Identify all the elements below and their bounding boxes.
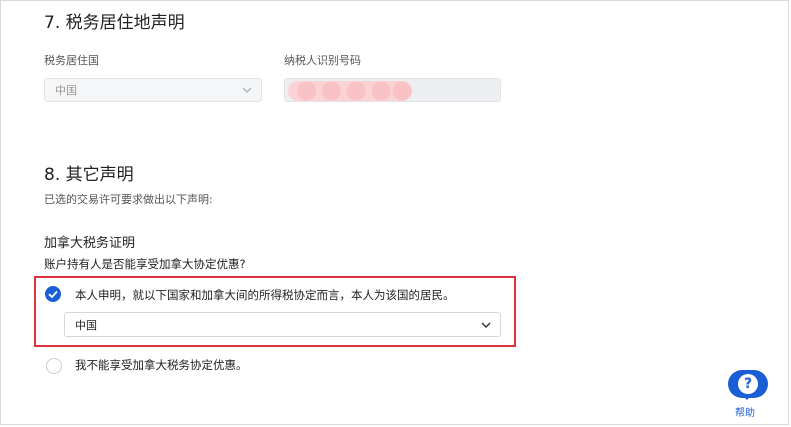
tin-label: 纳税人识别号码 <box>284 54 361 67</box>
option-yes-label[interactable]: 本人申明，就以下国家和加拿大间的所得税协定而言，本人为该国的居民。 <box>75 287 455 303</box>
residence-country-select[interactable]: 中国 <box>44 78 262 102</box>
section-8-title: 8. 其它声明 <box>44 165 134 185</box>
help-icon[interactable]: ? <box>738 374 758 394</box>
redaction-mark <box>288 81 412 101</box>
treaty-country-value: 中国 <box>75 318 97 332</box>
treaty-country-select[interactable]: 中国 <box>64 312 501 337</box>
residence-country-value: 中国 <box>55 84 77 97</box>
checkmark-icon <box>48 290 58 299</box>
section-8-subtitle: 已选的交易许可要求做出以下声明: <box>44 193 213 206</box>
section-7-title: 7. 税务居住地声明 <box>44 13 185 33</box>
tin-input[interactable] <box>284 78 501 102</box>
canada-tax-heading: 加拿大税务证明 <box>44 236 136 251</box>
treaty-question: 账户持有人是否能享受加拿大协定优惠? <box>44 257 246 271</box>
option-no-radio[interactable] <box>46 358 62 374</box>
chevron-down-icon <box>481 321 491 328</box>
option-no-label[interactable]: 我不能享受加拿大税务协定优惠。 <box>75 357 248 373</box>
option-yes-radio[interactable] <box>45 286 61 302</box>
residence-country-label: 税务居住国 <box>44 54 99 67</box>
help-bubble-tail <box>741 394 753 400</box>
help-label[interactable]: 帮助 <box>735 404 755 419</box>
chevron-down-icon <box>242 87 252 94</box>
